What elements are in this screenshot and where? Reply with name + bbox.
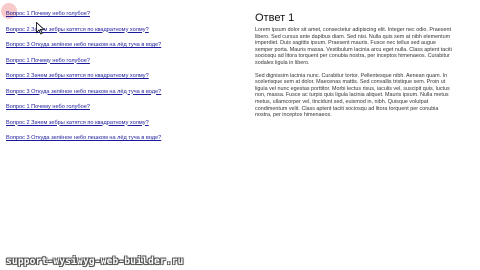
question-link-9[interactable]: Вопрос 3 Откуда зелёное небо пешком на л… [6, 135, 232, 142]
answer-paragraph-2: Sed dignissim lacinia nunc. Curabitur to… [255, 72, 450, 119]
question-link-3[interactable]: Вопрос 3 Откуда зелёное небо пешком на л… [6, 42, 232, 49]
answer-title: Ответ 1 [255, 12, 295, 24]
answer-paragraph-1: Lorem ipsum dolor sit amet, consectetur … [255, 27, 452, 66]
question-link-6[interactable]: Вопрос 3 Откуда зелёное небо пешком на л… [6, 89, 232, 96]
watermark-text: support-wysiwyg-web-builder.ru [6, 256, 184, 267]
answer-panel: Ответ 1 Lorem ipsum dolor sit amet, cons… [255, 12, 455, 125]
question-link-1[interactable]: Вопрос 1 Почему небо голубое? [6, 11, 232, 18]
question-link-8[interactable]: Вопрос 2 Зачем зебры катятся по квадратн… [6, 120, 232, 127]
question-link-4[interactable]: Вопрос 1 Почему небо голубое? [6, 58, 232, 65]
mouse-pointer-icon [36, 22, 45, 35]
question-link-5[interactable]: Вопрос 2 Зачем зебры катятся по квадратн… [6, 73, 232, 80]
question-link-7[interactable]: Вопрос 1 Почему небо голубое? [6, 104, 232, 111]
